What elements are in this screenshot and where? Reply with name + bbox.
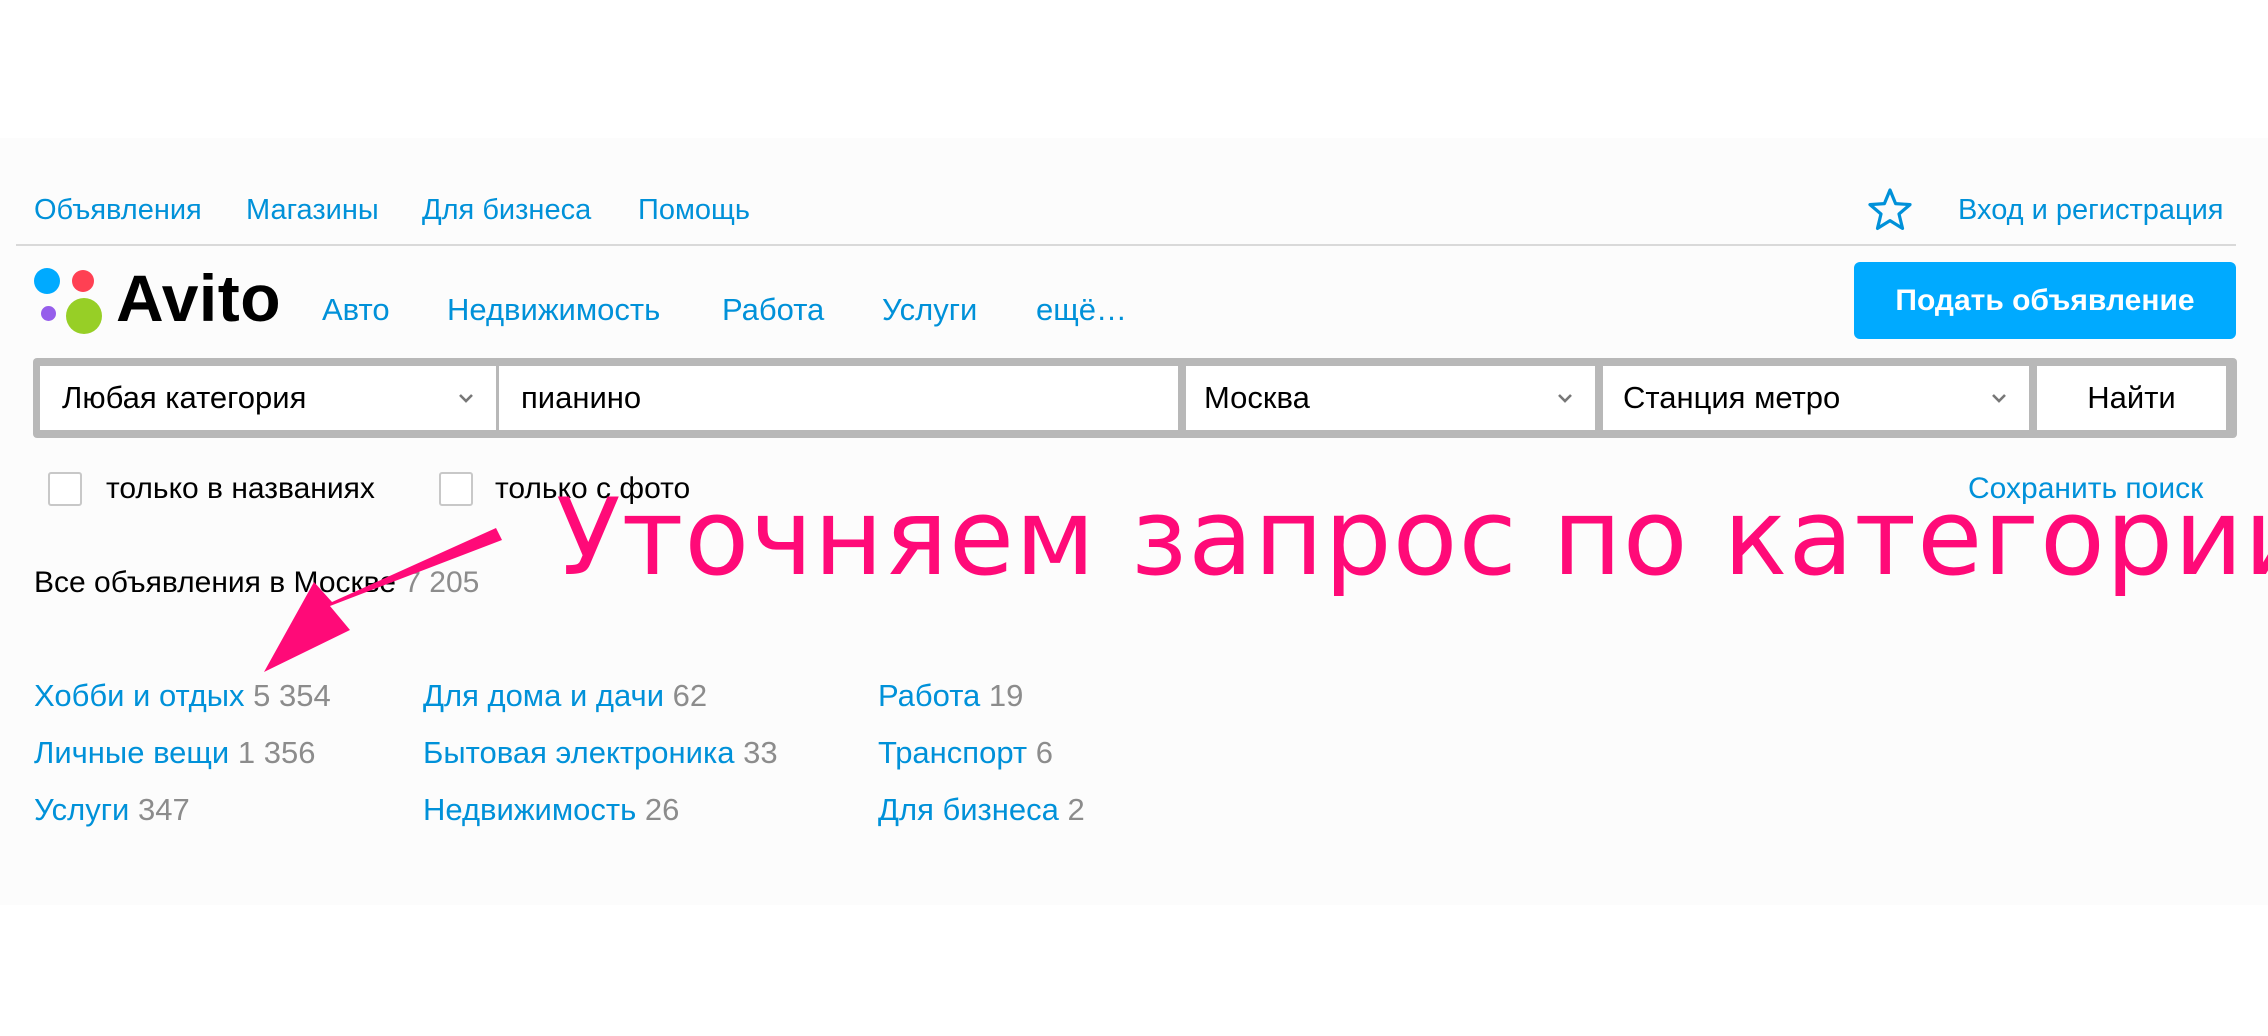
all-ads-summary: Все объявления в Москве 7 205 <box>34 566 479 600</box>
nav-shops[interactable]: Магазины <box>246 194 379 227</box>
result-category-count: 62 <box>672 678 708 713</box>
result-category[interactable]: Для бизнеса 2 <box>878 792 1085 828</box>
result-category-label[interactable]: Бытовая электроника <box>423 735 734 770</box>
cat-realty[interactable]: Недвижимость <box>447 292 660 328</box>
result-category-count: 33 <box>743 735 778 770</box>
logo-dot-blue <box>34 268 60 294</box>
result-category-count: 2 <box>1067 792 1085 827</box>
header-divider <box>16 244 2236 246</box>
cat-more[interactable]: ещё… <box>1036 292 1127 328</box>
city-select[interactable]: Москва <box>1186 366 1595 430</box>
titles-only-label[interactable]: только в названиях <box>106 472 375 506</box>
chevron-down-icon <box>1992 394 2006 403</box>
metro-select[interactable]: Станция метро <box>1603 366 2029 430</box>
nav-business[interactable]: Для бизнеса <box>422 194 591 227</box>
metro-select-value: Станция метро <box>1623 380 1841 415</box>
nav-ads[interactable]: Объявления <box>34 194 202 227</box>
result-category-count: 26 <box>644 792 680 827</box>
search-submit-button[interactable]: Найти <box>2037 366 2226 430</box>
result-category[interactable]: Работа 19 <box>878 678 1023 714</box>
search-input[interactable]: пианино <box>499 366 1178 430</box>
result-category[interactable]: Для дома и дачи 62 <box>423 678 707 714</box>
chevron-down-icon <box>1558 394 1572 403</box>
result-category[interactable]: Хобби и отдых 5 354 <box>34 678 331 714</box>
result-category[interactable]: Услуги 347 <box>34 792 190 828</box>
result-category-label[interactable]: Услуги <box>34 792 129 827</box>
result-category-count: 1 356 <box>237 735 316 770</box>
result-category[interactable]: Транспорт 6 <box>878 735 1053 771</box>
post-ad-button[interactable]: Подать объявление <box>1854 262 2236 339</box>
annotation-text: Уточняем запрос по категории <box>556 476 2268 599</box>
result-category-count: 6 <box>1035 735 1053 770</box>
category-select-value: Любая категория <box>62 380 307 415</box>
chevron-down-icon <box>459 394 473 403</box>
login-link[interactable]: Вход и регистрация <box>1958 194 2224 227</box>
city-select-value: Москва <box>1204 380 1310 415</box>
all-ads-count: 7 205 <box>404 566 480 599</box>
titles-only-checkbox[interactable] <box>48 472 82 506</box>
result-category-label[interactable]: Личные вещи <box>34 735 229 770</box>
category-select[interactable]: Любая категория <box>40 366 496 430</box>
result-category-label[interactable]: Для бизнеса <box>878 792 1059 827</box>
result-category-label[interactable]: Для дома и дачи <box>423 678 664 713</box>
result-category-label[interactable]: Недвижимость <box>423 792 636 827</box>
cat-services[interactable]: Услуги <box>882 292 977 328</box>
cat-jobs[interactable]: Работа <box>722 292 824 328</box>
avito-logo[interactable]: Avito <box>32 261 282 338</box>
result-category-label[interactable]: Транспорт <box>878 735 1027 770</box>
all-ads-label: Все объявления в Москве <box>34 566 396 599</box>
result-category[interactable]: Личные вещи 1 356 <box>34 735 315 771</box>
result-category-count: 19 <box>988 678 1024 713</box>
search-input-value: пианино <box>521 380 642 415</box>
result-category-label[interactable]: Работа <box>878 678 980 713</box>
logo-text: Avito <box>116 261 282 335</box>
search-bar: Любая категория пианино Москва Станция м… <box>33 358 2237 438</box>
star-icon[interactable] <box>1866 186 1914 234</box>
result-category-count: 347 <box>137 792 190 827</box>
photo-only-checkbox[interactable] <box>439 472 473 506</box>
logo-dot-red <box>72 270 94 292</box>
result-category-count: 5 354 <box>253 678 331 713</box>
nav-help[interactable]: Помощь <box>638 194 750 227</box>
result-category-label[interactable]: Хобби и отдых <box>34 678 245 713</box>
result-category[interactable]: Бытовая электроника 33 <box>423 735 778 771</box>
logo-dot-green <box>66 298 102 334</box>
logo-dot-purple <box>41 306 56 321</box>
result-category[interactable]: Недвижимость 26 <box>423 792 679 828</box>
cat-auto[interactable]: Авто <box>322 292 390 328</box>
